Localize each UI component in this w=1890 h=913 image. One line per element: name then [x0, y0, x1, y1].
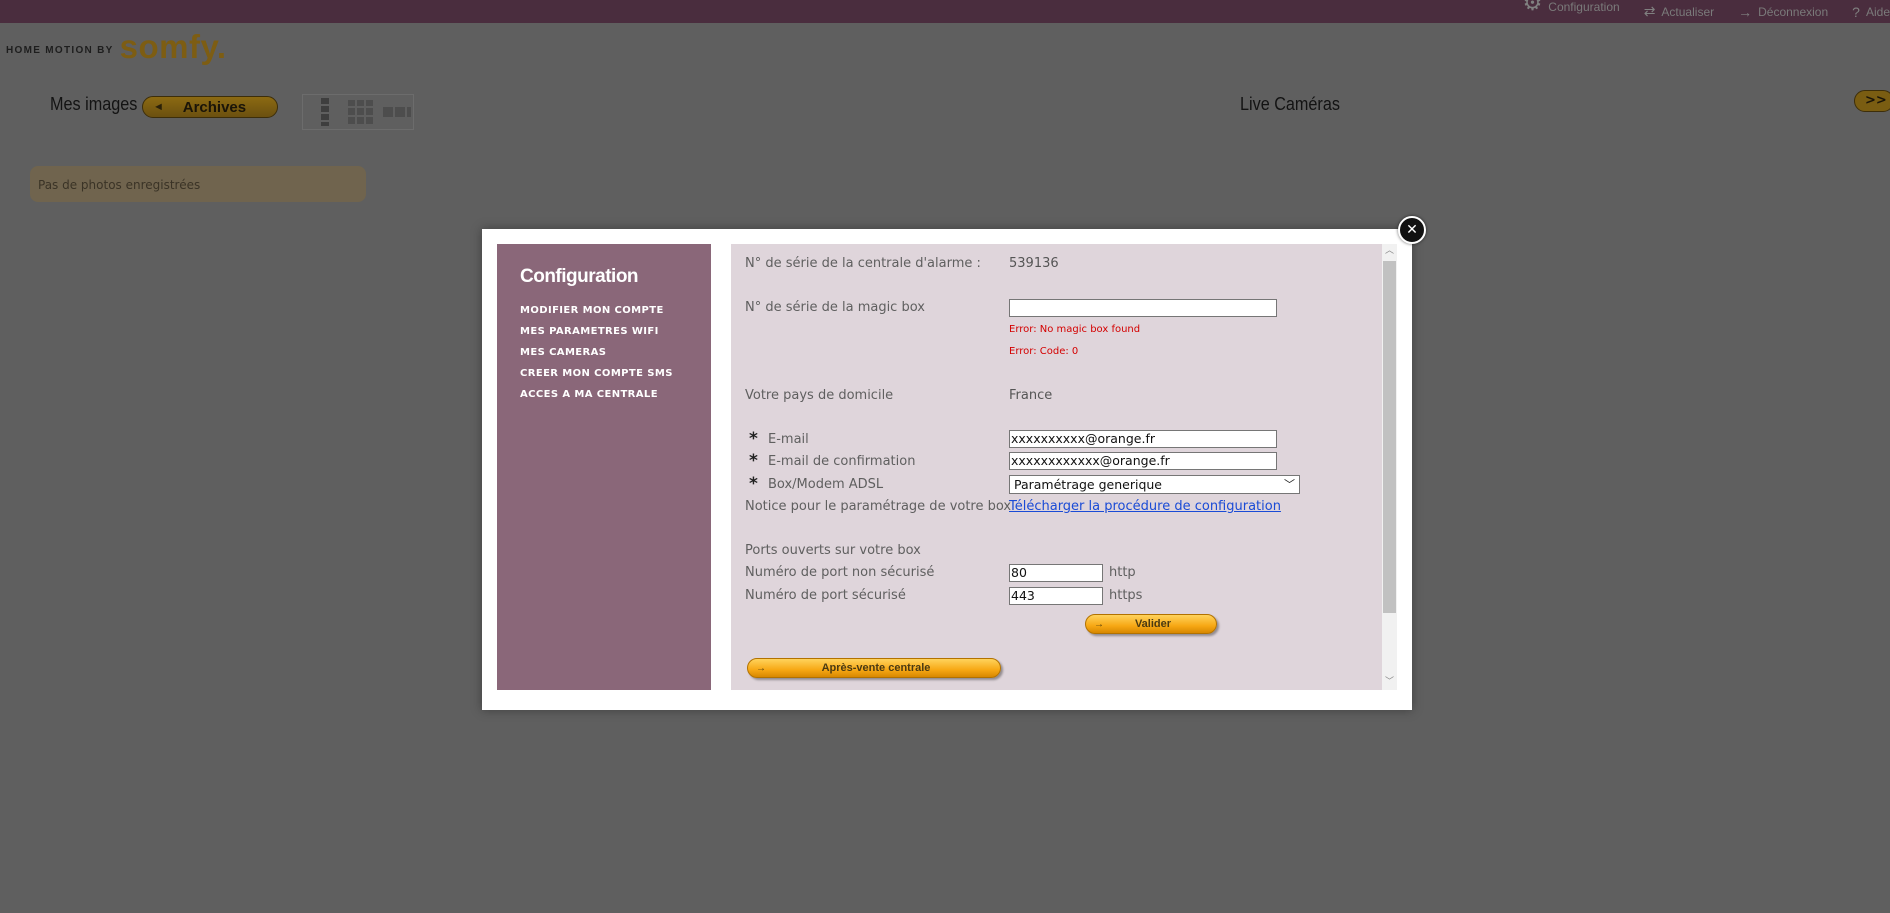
row-view-icon[interactable] [383, 98, 411, 126]
required-mark: * [749, 474, 758, 494]
help-link-label: Aide [1865, 5, 1890, 19]
magic-box-error: Error: No magic box found [1009, 324, 1141, 335]
chevron-down-icon: ﹀ [1284, 478, 1295, 491]
sidebar-item-central-access[interactable]: ACCES A MA CENTRALE [520, 389, 711, 410]
brand-logo: HOME MOTION BY somfy. [6, 28, 227, 70]
archives-button[interactable]: ◄ Archives [142, 96, 278, 118]
email-confirm-label: E-mail de confirmation [768, 454, 916, 469]
arrow-right-icon: → [1094, 618, 1104, 630]
gallery-title: Mes images [50, 94, 138, 114]
ports-heading: Ports ouverts sur votre box [745, 543, 921, 558]
refresh-link[interactable]: ⇄ Actualiser [1644, 3, 1714, 23]
brand-tagline: HOME MOTION BY [6, 44, 114, 56]
empty-gallery-message: Pas de photos enregistrées [30, 166, 366, 202]
form-scrollbar[interactable]: ︿ ﹀ [1382, 244, 1397, 690]
country-label: Votre pays de domicile [745, 388, 894, 403]
sidebar-item-sms-account[interactable]: CREER MON COMPTE SMS [520, 368, 711, 389]
help-icon: ? [1852, 4, 1860, 20]
scrollbar-thumb[interactable] [1383, 261, 1396, 613]
arrow-right-icon: → [756, 662, 766, 674]
live-cameras-title: Live Caméras [1240, 94, 1340, 114]
validate-button[interactable]: → Valider [1085, 614, 1217, 634]
refresh-icon: ⇄ [1643, 3, 1656, 19]
box-modem-select-value: Paramétrage generique [1014, 477, 1162, 492]
close-icon[interactable]: ✕ [1398, 216, 1426, 244]
port-http-input[interactable]: 80 [1009, 564, 1103, 582]
logout-link[interactable]: → Déconnexion [1738, 4, 1828, 23]
box-modem-label: Box/Modem ADSL [768, 477, 884, 492]
port-https-label: Numéro de port sécurisé [745, 588, 906, 603]
scroll-up-icon[interactable]: ︿ [1382, 244, 1397, 259]
email-input[interactable]: xxxxxxxxxx@orange.fr [1009, 430, 1277, 448]
magic-box-serial-input[interactable] [1009, 299, 1277, 317]
refresh-link-label: Actualiser [1661, 4, 1715, 19]
single-view-icon[interactable] [311, 98, 339, 126]
top-links: ⚙ Configuration ⇄ Actualiser → Déconnexi… [1499, 0, 1890, 23]
after-sales-button-label: Après-vente centrale [821, 662, 931, 674]
next-button[interactable]: >> [1854, 90, 1890, 112]
sidebar-item-wifi-settings[interactable]: MES PARAMETRES WIFI [520, 326, 711, 347]
config-sidebar-title: Configuration [520, 266, 639, 287]
grid-view-icon[interactable] [347, 98, 375, 126]
alarm-serial-label: N° de série de la centrale d'alarme : [745, 256, 981, 271]
alarm-serial-value: 539136 [1009, 256, 1059, 271]
configuration-link-label: Configuration [1548, 0, 1620, 14]
required-mark: * [749, 429, 758, 449]
magic-box-error-code: Error: Code: 0 [1009, 346, 1079, 357]
config-sidebar: Configuration MODIFIER MON COMPTE MES PA… [497, 244, 711, 690]
country-value: France [1009, 388, 1053, 403]
arrow-left-icon: ◄ [153, 101, 164, 113]
port-https-input[interactable]: 443 [1009, 587, 1103, 605]
download-procedure-link[interactable]: Télécharger la procédure de configuratio… [1009, 499, 1281, 514]
box-modem-select[interactable]: Paramétrage generique ﹀ [1009, 475, 1300, 494]
scroll-down-icon[interactable]: ﹀ [1382, 675, 1397, 690]
logout-link-label: Déconnexion [1758, 5, 1829, 19]
top-bar: ⚙ Configuration ⇄ Actualiser → Déconnexi… [0, 0, 1890, 23]
email-confirm-input[interactable]: xxxxxxxxxxxx@orange.fr [1009, 452, 1277, 470]
after-sales-button[interactable]: → Après-vente centrale [747, 658, 1001, 678]
view-mode-toggle [302, 94, 414, 130]
logout-icon: → [1738, 4, 1753, 20]
configuration-link[interactable]: ⚙ Configuration [1523, 0, 1620, 23]
configuration-modal: Configuration MODIFIER MON COMPTE MES PA… [482, 229, 1412, 710]
notice-label: Notice pour le paramétrage de votre box [745, 499, 1012, 514]
port-https-unit: https [1109, 588, 1143, 603]
sidebar-item-cameras[interactable]: MES CAMERAS [520, 347, 711, 368]
port-http-unit: http [1109, 565, 1136, 580]
validate-button-label: Valider [1134, 618, 1172, 630]
somfy-logo: somfy. [119, 28, 227, 65]
gear-icon: ⚙ [1522, 0, 1543, 15]
config-form-panel: N° de série de la centrale d'alarme : 53… [731, 244, 1397, 690]
help-link[interactable]: ? Aide [1852, 4, 1890, 23]
required-mark: * [749, 451, 758, 471]
sidebar-item-modify-account[interactable]: MODIFIER MON COMPTE [520, 305, 711, 326]
archives-button-label: Archives [182, 98, 247, 116]
magic-box-label: N° de série de la magic box [745, 300, 925, 315]
port-http-label: Numéro de port non sécurisé [745, 565, 935, 580]
email-label: E-mail [768, 432, 809, 447]
